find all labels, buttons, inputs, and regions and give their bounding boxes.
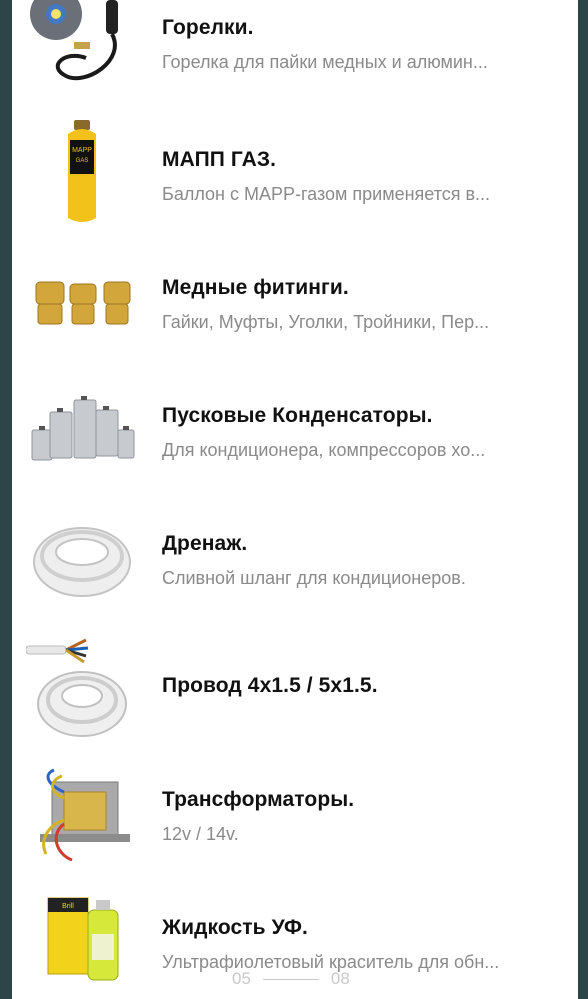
mapp-gas-cylinder-icon: MAPP GAS <box>26 118 138 230</box>
item-title: Провод 4x1.5 / 5x1.5. <box>162 674 378 697</box>
torch-icon <box>26 0 138 112</box>
list-item-capacitors[interactable]: Пусковые Конденсаторы. Для кондиционера,… <box>12 374 578 502</box>
item-description: Гайки, Муфты, Уголки, Тройники, Пер... <box>162 312 490 332</box>
pager-divider <box>262 978 319 980</box>
product-list-screen: Горелки. Горелка для пайки медных и алюм… <box>12 0 578 999</box>
list-item-copper-fittings[interactable]: Медные фитинги. Гайки, Муфты, Уголки, Тр… <box>12 246 578 374</box>
page-current: 05 <box>232 969 251 988</box>
item-text: Жидкость УФ. Ультрафиолетовый краситель … <box>162 916 564 973</box>
svg-text:GAS: GAS <box>76 158 89 164</box>
item-text: МАПП ГАЗ. Баллон с MAPP-газом применяетс… <box>162 148 564 205</box>
list-item-drain[interactable]: Дренаж. Сливной шланг для кондиционеров. <box>12 502 578 630</box>
drain-hose-icon <box>26 502 138 614</box>
item-description: Баллон с MAPP-газом применяется в... <box>162 184 491 204</box>
list-item-wire[interactable]: Провод 4x1.5 / 5x1.5. <box>12 630 578 758</box>
svg-text:MAPP: MAPP <box>72 147 92 154</box>
item-title: Трансформаторы. <box>162 788 355 811</box>
item-description: Сливной шланг для кондиционеров. <box>162 568 466 588</box>
item-description: Горелка для пайки медных и алюмин... <box>162 52 488 72</box>
transformer-icon <box>26 764 138 876</box>
item-title: Медные фитинги. <box>162 276 349 299</box>
copper-fittings-icon <box>26 246 138 358</box>
item-title: Горелки. <box>162 16 254 39</box>
item-text: Провод 4x1.5 / 5x1.5. <box>162 674 564 698</box>
item-text: Пусковые Конденсаторы. Для кондиционера,… <box>162 404 564 461</box>
list-item-mapp-gas[interactable]: MAPP GAS МАПП ГАЗ. Баллон с MAPP-газом п… <box>12 118 578 246</box>
svg-text:Brill: Brill <box>62 903 74 910</box>
item-description: Ультрафиолетовый краситель для обн... <box>162 952 500 972</box>
item-title: МАПП ГАЗ. <box>162 148 277 171</box>
list-item-torch[interactable]: Горелки. Горелка для пайки медных и алюм… <box>12 0 578 118</box>
item-title: Пусковые Конденсаторы. <box>162 404 433 427</box>
item-text: Медные фитинги. Гайки, Муфты, Уголки, Тр… <box>162 276 564 333</box>
item-text: Дренаж. Сливной шланг для кондиционеров. <box>162 532 564 589</box>
item-text: Горелки. Горелка для пайки медных и алюм… <box>162 16 564 73</box>
page-total: 08 <box>330 969 350 988</box>
wire-coil-icon <box>26 632 138 744</box>
item-title: Дренаж. <box>162 532 248 555</box>
item-title: Жидкость УФ. <box>162 916 308 939</box>
list-item-transformers[interactable]: Трансформаторы. 12v / 14v. <box>12 758 578 886</box>
capacitors-icon <box>26 382 138 494</box>
item-description: Для кондиционера, компрессоров хо... <box>162 440 486 460</box>
item-text: Трансформаторы. 12v / 14v. <box>162 788 564 845</box>
item-description: 12v / 14v. <box>162 824 239 844</box>
page-indicator: 05 08 <box>232 966 350 992</box>
uv-dye-bottle-icon: Brill <box>26 890 138 999</box>
